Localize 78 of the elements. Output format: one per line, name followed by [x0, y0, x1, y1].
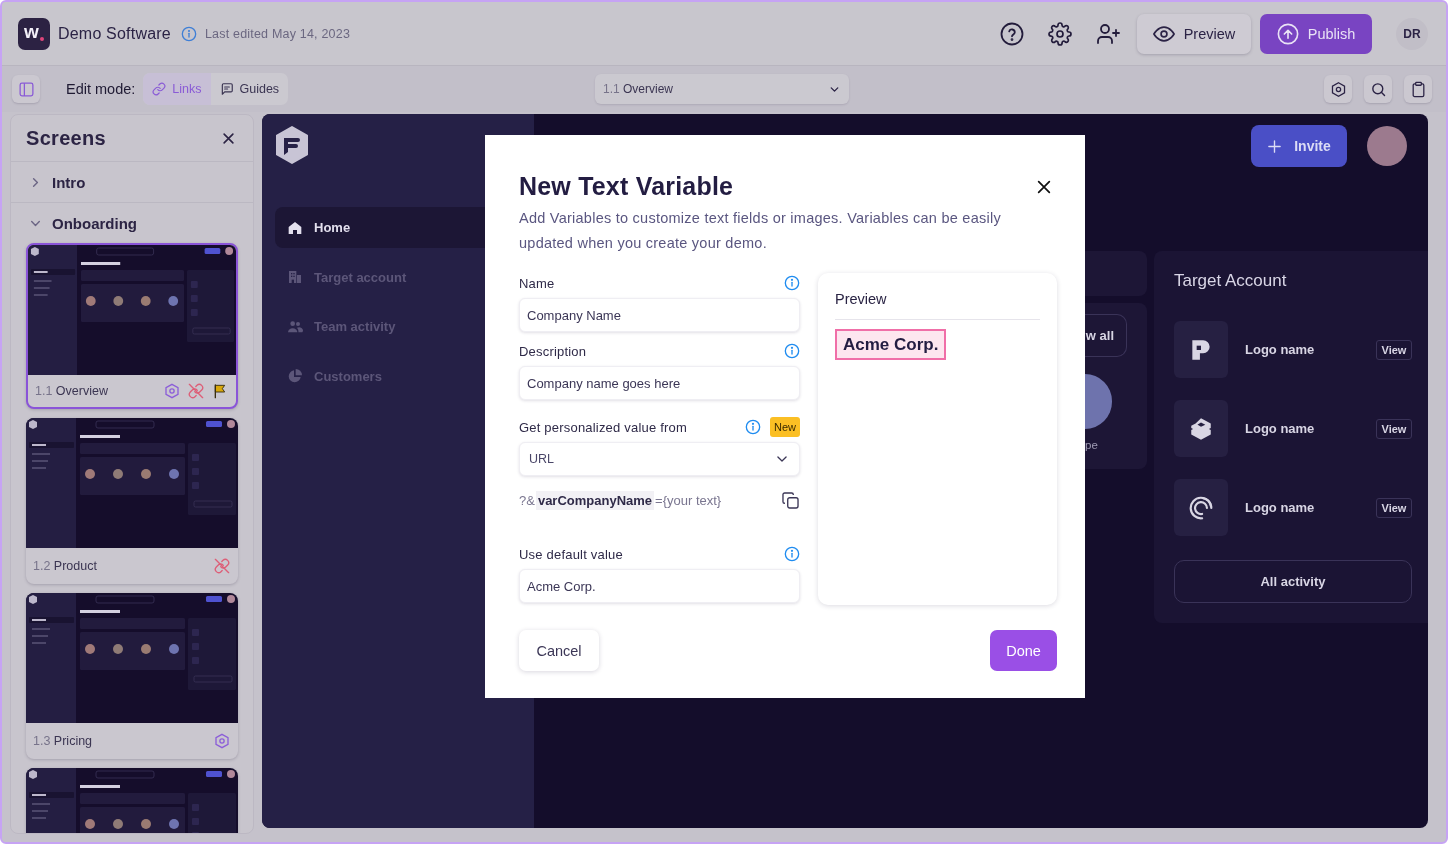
hexagon-icon [1329, 80, 1347, 98]
last-edited-text: Last edited May 14, 2023 [204, 26, 351, 41]
settings-icon[interactable] [1048, 21, 1072, 46]
link-icon [152, 82, 167, 96]
app-logo: w [18, 17, 50, 50]
info-icon[interactable] [745, 419, 761, 435]
screen-card[interactable]: 1.1 Overview [26, 243, 238, 409]
hexagon-icon[interactable] [164, 383, 180, 399]
section-toggle[interactable]: Onboarding [11, 203, 253, 243]
section-toggle[interactable]: Intro [11, 162, 253, 203]
text-field[interactable]: Company Name [519, 298, 800, 332]
layers-logo-icon [1188, 415, 1214, 442]
upload-icon [1276, 22, 1299, 45]
edit-mode-label: Edit mode: [66, 81, 136, 97]
document-title: Demo Software [58, 24, 171, 43]
screen-label: 1.2 Product [33, 559, 97, 573]
hexagon-icon[interactable] [214, 733, 230, 749]
panel-title: Screens [26, 126, 106, 150]
message-icon [219, 82, 234, 96]
close-icon[interactable] [221, 130, 236, 146]
field-label: Use default value [519, 546, 623, 562]
view-button[interactable]: View [1376, 339, 1412, 360]
flag-icon[interactable] [212, 383, 228, 399]
add-user-icon[interactable] [1096, 21, 1120, 46]
plus-icon [1267, 138, 1283, 154]
toolbar-button[interactable] [1324, 75, 1352, 103]
source-select[interactable]: URL [519, 442, 800, 476]
sidebar-icon [17, 80, 35, 98]
info-icon[interactable] [784, 275, 800, 291]
dialog-description: Add Variables to customize text fields or images. Variables can be easily updated when you create your demo. [519, 209, 1002, 253]
user-avatar[interactable]: DR [1396, 17, 1428, 50]
screen-card[interactable]: 1.3 Pricing [26, 593, 238, 759]
logo-name: Logo name [1245, 500, 1316, 515]
screen-card[interactable]: 1.2 Product [26, 418, 238, 584]
screen-label: 1.1 Overview [35, 384, 108, 398]
rings-logo-icon [1188, 494, 1214, 521]
preview-variable-text: Acme Corp. [835, 329, 947, 360]
field-label: Name [519, 275, 555, 291]
clipboard-button[interactable] [1404, 75, 1432, 103]
logo-name: Logo name [1245, 421, 1316, 436]
screen-label: 1.3 Pricing [33, 734, 93, 748]
copy-icon[interactable] [781, 490, 800, 510]
url-parameter-text: ?& varCompanyName ={your text} [519, 492, 722, 508]
cancel-button[interactable]: Cancel [519, 630, 599, 671]
home-icon [287, 219, 303, 236]
new-badge: New [770, 417, 800, 437]
text-field[interactable]: Acme Corp. [519, 569, 800, 603]
card-title: Target Account [1174, 270, 1287, 292]
info-icon[interactable] [784, 343, 800, 359]
screen-dropdown[interactable]: 1.1 Overview [595, 74, 849, 104]
search-icon [1369, 80, 1387, 98]
dialog-title: New Text Variable [519, 171, 734, 201]
search-button[interactable] [1364, 75, 1392, 103]
close-icon[interactable] [1036, 179, 1052, 195]
app-logo-icon [275, 126, 309, 164]
preview-button[interactable]: Preview [1137, 13, 1251, 54]
sidebar-toggle-button[interactable] [12, 75, 40, 103]
info-icon[interactable] [784, 546, 800, 562]
avatar-placeholder [1085, 374, 1112, 429]
preview-title: Preview [835, 290, 887, 309]
publish-button[interactable]: Publish [1260, 13, 1372, 54]
building-icon [287, 269, 303, 285]
view-button[interactable]: View [1376, 497, 1412, 518]
field-label: Description [519, 343, 587, 359]
all-activity-button[interactable]: All activity [1174, 560, 1412, 603]
avatar-placeholder[interactable] [1367, 126, 1407, 166]
view-button[interactable]: View [1376, 418, 1412, 439]
text-field[interactable]: Company name goes here [519, 366, 800, 400]
mode-tab[interactable]: Guides [210, 73, 289, 105]
card-background [1085, 251, 1147, 296]
member-name: pe [1085, 439, 1098, 451]
invite-button[interactable]: Invite [1251, 125, 1347, 167]
help-icon[interactable] [1000, 21, 1024, 46]
pie-chart-icon [287, 368, 303, 384]
logo-name: Logo name [1245, 342, 1316, 357]
field-label: Get personalized value from [519, 419, 687, 435]
done-button[interactable]: Done [990, 630, 1057, 671]
users-icon [287, 318, 303, 335]
